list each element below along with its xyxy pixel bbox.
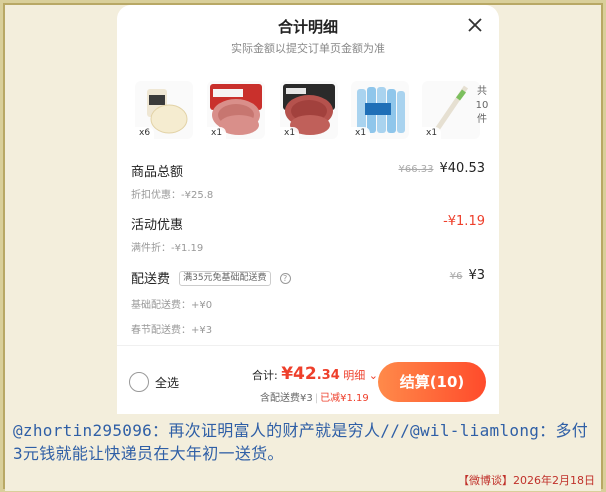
item-qty: x6 xyxy=(135,127,155,139)
total-subline: 含配送费¥3 | 已减¥1.19 xyxy=(260,393,369,404)
product-thumb[interactable]: x1 xyxy=(207,81,265,139)
help-icon[interactable]: ? xyxy=(279,273,291,284)
shipping-tag: 满35元免基础配送费 xyxy=(179,271,271,286)
item-qty: x1 xyxy=(280,127,300,139)
promo-label: 活动优惠 xyxy=(131,218,184,233)
close-icon[interactable] xyxy=(465,15,485,35)
sheet-title: 合计明细 xyxy=(277,18,338,36)
discount-detail: 折扣优惠：-¥25.8 xyxy=(131,190,214,201)
product-thumb[interactable]: x6 xyxy=(135,81,193,139)
promo-value: -¥1.19 xyxy=(443,214,485,229)
shipping-value: ¥3 xyxy=(468,268,485,283)
checkout-bar: 全选 合计: ¥42.34 明细 ⌄ 含配送费¥3 | 已减¥1.19 结算(10) xyxy=(117,360,499,406)
weibo-caption: @zhortin295096：再次证明富人的财产就是穷人///@wil-liam… xyxy=(5,415,601,491)
total-prefix: 合计: xyxy=(252,369,278,382)
product-thumb[interactable]: x1 xyxy=(351,81,409,139)
checkout-button[interactable]: 结算(10) xyxy=(378,362,486,402)
detail-link[interactable]: 明细 ⌄ xyxy=(343,369,378,382)
order-detail-sheet: 合计明细 实际金额以提交订单页金额为准 x6 x1 x1 x1 x1 共10件 … xyxy=(117,5,499,414)
shipping-label: 配送费 xyxy=(131,272,171,287)
goods-original-price: ¥66.33 xyxy=(398,164,434,175)
item-qty: x1 xyxy=(351,127,371,139)
promo-detail: 满件折：-¥1.19 xyxy=(131,243,204,254)
total-amount: ¥42.34 xyxy=(281,364,340,384)
base-shipping: 基础配送费：+¥0 xyxy=(131,300,213,311)
product-thumb[interactable]: x1 xyxy=(280,81,338,139)
shipping-original-price: ¥6 xyxy=(449,271,463,282)
select-all-radio[interactable] xyxy=(129,372,149,392)
screenshot-frame: 合计明细 实际金额以提交订单页金额为准 x6 x1 x1 x1 x1 共10件 … xyxy=(3,3,603,491)
saved-amount: 已减¥1.19 xyxy=(320,393,369,404)
caption-text: @zhortin295096：再次证明富人的财产就是穷人///@wil-liam… xyxy=(13,421,589,463)
caption-date: 【微博谈】2026年2月18日 xyxy=(458,474,595,487)
goods-total-label: 商品总额 xyxy=(131,165,184,180)
total-line: 合计: ¥42.34 明细 ⌄ xyxy=(252,364,378,384)
divider xyxy=(117,345,499,346)
holiday-shipping: 春节配送费：+¥3 xyxy=(131,325,213,336)
item-qty: x1 xyxy=(422,127,442,139)
promo-row: 活动优惠 -¥1.19 满件折：-¥1.19 xyxy=(131,214,485,254)
goods-total-value: ¥40.53 xyxy=(439,161,486,176)
chevron-down-icon: ⌄ xyxy=(368,369,378,382)
sheet-subtitle: 实际金额以提交订单页金额为准 xyxy=(231,42,385,55)
product-thumbnails: x6 x1 x1 x1 x1 共10件 xyxy=(135,81,495,143)
item-qty: x1 xyxy=(207,127,227,139)
item-count: 共10件 xyxy=(475,86,489,125)
goods-total-row: 商品总额 ¥66.33 ¥40.53 折扣优惠：-¥25.8 xyxy=(131,161,485,201)
shipping-included: 含配送费¥3 xyxy=(260,393,313,404)
select-all-label[interactable]: 全选 xyxy=(155,374,179,391)
shipping-row: 配送费 满35元免基础配送费 ? ¥6 ¥3 基础配送费：+¥0 春节配送费：+¥… xyxy=(131,268,485,336)
product-thumb[interactable]: x1 xyxy=(422,81,480,139)
